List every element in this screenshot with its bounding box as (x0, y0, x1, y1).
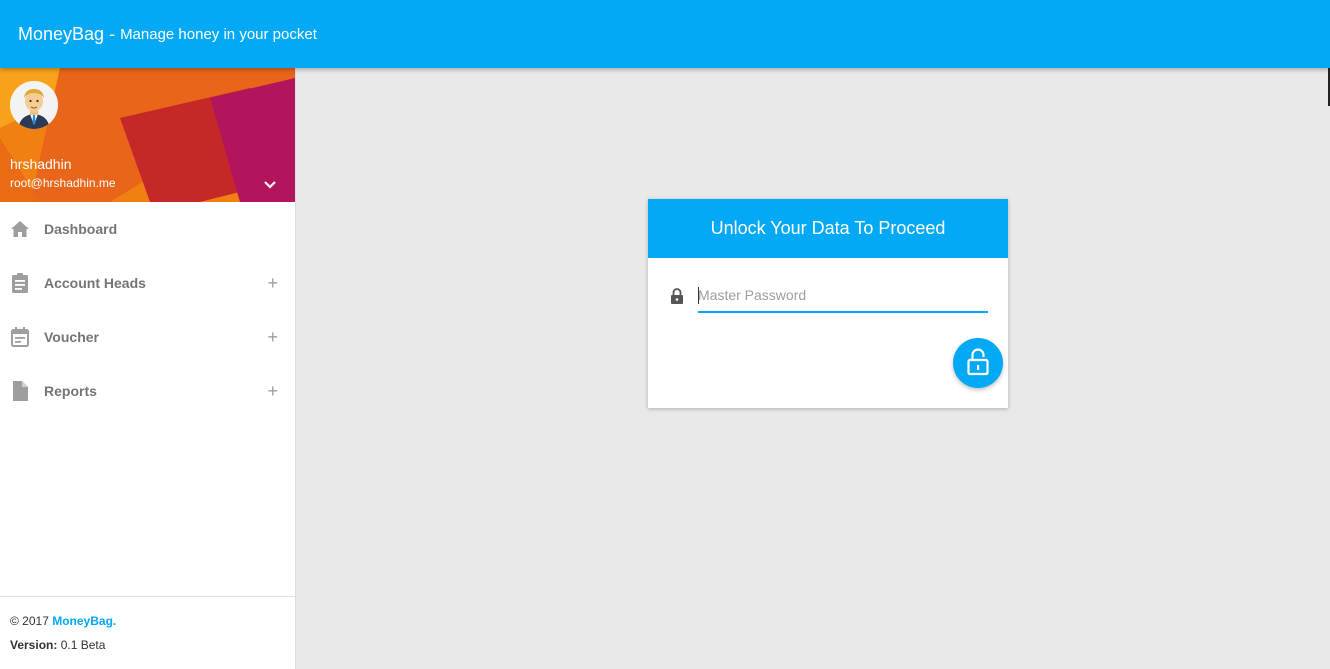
version-value: 0.1 Beta (60, 638, 106, 652)
user-name: hrshadhin (10, 156, 72, 172)
sidebar-item-dashboard[interactable]: Dashboard (0, 202, 295, 256)
sidebar-menu: Dashboard Account Heads + Voucher + Repo… (0, 202, 295, 418)
lock-icon (670, 288, 684, 304)
sidebar-item-account-heads[interactable]: Account Heads + (0, 256, 295, 310)
expand-plus-icon[interactable]: + (267, 273, 278, 293)
app-tagline: Manage honey in your pocket (120, 25, 317, 43)
version-line: Version: 0.1 Beta (10, 637, 285, 661)
text-cursor (698, 287, 699, 304)
chevron-down-icon[interactable] (262, 178, 278, 190)
unlock-card-title: Unlock Your Data To Proceed (648, 199, 1008, 258)
clipboard-icon (10, 273, 30, 293)
sidebar: hrshadhin root@hrshadhin.me Dashboard Ac… (0, 68, 296, 669)
title-separator: - (109, 23, 116, 44)
sidebar-item-label: Voucher (44, 329, 99, 345)
unlock-button[interactable] (953, 338, 1003, 388)
calendar-icon (10, 327, 30, 347)
brand-link[interactable]: MoneyBag (52, 614, 113, 628)
expand-plus-icon[interactable]: + (267, 381, 278, 401)
sidebar-item-reports[interactable]: Reports + (0, 364, 295, 418)
brand-suffix: . (112, 614, 117, 628)
master-password-input[interactable] (698, 279, 988, 313)
expand-plus-icon[interactable]: + (267, 327, 278, 347)
app-header: MoneyBag - Manage honey in your pocket (0, 0, 1330, 68)
copyright-line: © 2017 MoneyBag. (10, 613, 285, 637)
sidebar-item-label: Reports (44, 383, 97, 399)
user-email: root@hrshadhin.me (10, 176, 116, 190)
copyright-text: © 2017 (10, 614, 49, 628)
user-profile-panel: hrshadhin root@hrshadhin.me (0, 68, 295, 202)
unlock-card: Unlock Your Data To Proceed (648, 199, 1008, 408)
home-icon (10, 219, 30, 239)
version-label: Version: (10, 638, 58, 652)
avatar[interactable] (10, 81, 58, 129)
sidebar-footer: © 2017 MoneyBag. Version: 0.1 Beta (0, 596, 295, 669)
sidebar-item-voucher[interactable]: Voucher + (0, 310, 295, 364)
sidebar-item-label: Account Heads (44, 275, 146, 291)
app-title: MoneyBag (18, 23, 105, 44)
sidebar-item-label: Dashboard (44, 221, 118, 237)
file-icon (10, 381, 30, 401)
unlock-icon (966, 347, 990, 379)
